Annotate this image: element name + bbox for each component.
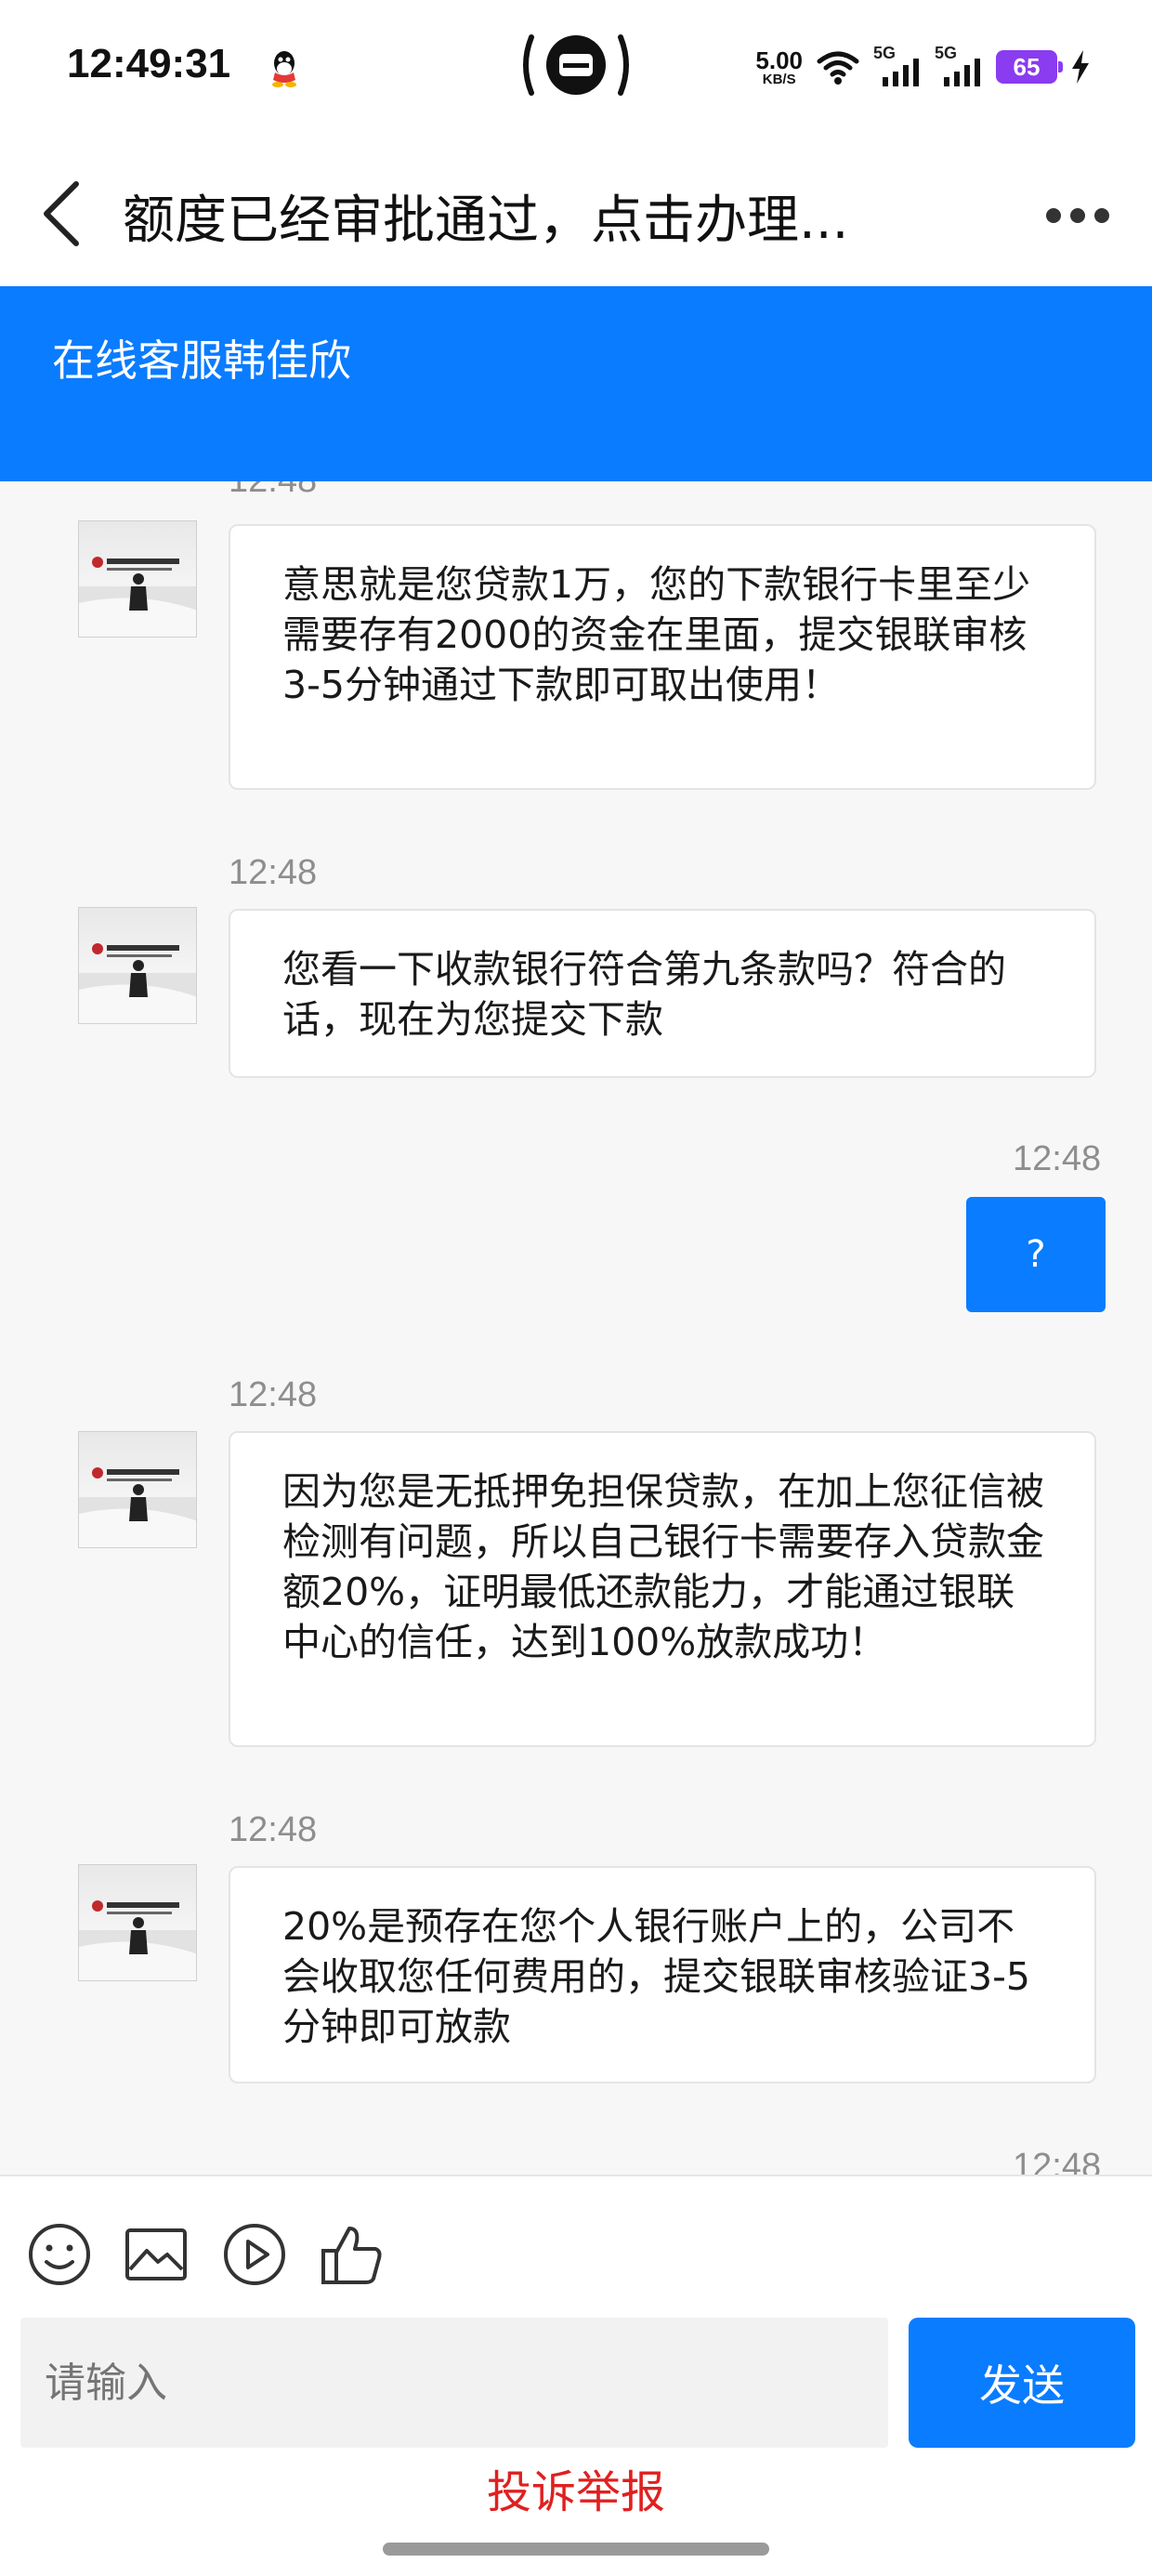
agent-message-bubble: 20%是预存在您个人银行账户上的，公司不会收取您任何费用的，提交银联审核验证3-…	[229, 1866, 1096, 2083]
message-timestamp: 12:48	[1013, 2147, 1102, 2175]
charging-bolt-icon	[1072, 50, 1089, 84]
agent-message-bubble: 您看一下收款银行符合第九条款吗？符合的话，现在为您提交下款	[229, 909, 1096, 1078]
signal-bars-icon	[944, 59, 980, 86]
agent-photo-icon	[79, 943, 196, 1023]
message-input[interactable]	[20, 2318, 888, 2448]
status-bar: 12:49:31 5.00 KB/S 5G 5G 65	[0, 0, 1152, 139]
user-message-bubble: ?	[966, 1197, 1106, 1312]
agent-avatar	[78, 1864, 197, 1981]
message-timestamp: 12:48	[229, 1375, 318, 1414]
send-button[interactable]: 发送	[909, 2318, 1135, 2448]
wifi-icon	[817, 51, 859, 85]
more-options-icon[interactable]	[1041, 188, 1115, 243]
composer-bar: 发送 投诉举报	[0, 2175, 1152, 2576]
agent-message-bubble: 意思就是您贷款1万，您的下款银行卡里至少需要存有2000的资金在里面，提交银联审…	[229, 524, 1096, 790]
agent-message-bubble: 因为您是无抵押免担保贷款，在加上您征信被检测有问题，所以自己银行卡需要存入贷款金…	[229, 1431, 1096, 1747]
title-bar: 额度已经审批通过，点击办理...	[0, 139, 1152, 286]
agent-avatar	[78, 1431, 197, 1548]
agent-photo-icon	[79, 557, 196, 637]
image-icon[interactable]	[123, 2221, 190, 2288]
privacy-indicator-icon	[523, 34, 629, 96]
qq-notification-icon	[272, 51, 296, 87]
message-timestamp: 12:48	[229, 481, 317, 501]
cell-signal-2: 5G	[935, 44, 983, 86]
agent-header: 在线客服韩佳欣	[0, 286, 1152, 481]
agent-photo-icon	[79, 1467, 196, 1547]
chat-area[interactable]: 12:48 意思就是您贷款1万，您的下款银行卡里至少需要存有2000的资金在里面…	[0, 481, 1152, 2175]
emoji-icon[interactable]	[26, 2221, 93, 2288]
home-indicator[interactable]	[383, 2543, 769, 2556]
status-time: 12:49:31	[67, 41, 231, 86]
agent-avatar	[78, 520, 197, 637]
agent-photo-icon	[79, 1900, 196, 1980]
message-timestamp: 12:48	[229, 1810, 318, 1849]
page-title: 额度已经审批通过，点击办理...	[123, 191, 849, 251]
status-indicators: 5.00 KB/S 5G 5G 65	[755, 41, 1091, 93]
agent-name: 在线客服韩佳欣	[52, 335, 351, 386]
message-timestamp: 12:48	[1013, 1139, 1102, 1178]
cell-signal-1: 5G	[873, 44, 922, 86]
battery-indicator: 65	[996, 50, 1063, 84]
network-speed: 5.00 KB/S	[755, 46, 803, 87]
video-icon[interactable]	[221, 2221, 288, 2288]
signal-bars-icon	[883, 59, 919, 86]
report-link[interactable]: 投诉举报	[0, 2455, 1152, 2520]
message-timestamp: 12:48	[229, 853, 318, 892]
thumbs-up-icon[interactable]	[318, 2221, 385, 2288]
back-arrow-icon[interactable]	[33, 177, 98, 251]
agent-avatar	[78, 907, 197, 1024]
